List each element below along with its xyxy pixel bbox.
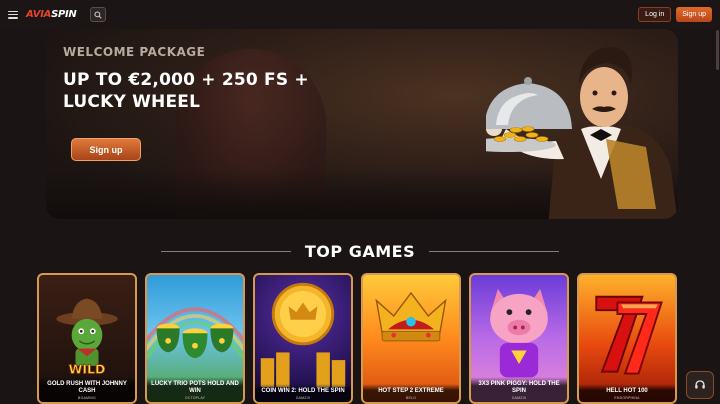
game-provider: GAMZIX <box>295 396 311 400</box>
top-header: AVIASPIN Log in Sign up <box>0 0 720 29</box>
hero-headline: UP TO €2,000 + 250 FS + LUCKY WHEEL <box>63 70 309 112</box>
game-title: HELL HOT 100 <box>606 388 648 394</box>
game-card[interactable]: 3X3 PINK PIGGY: HOLD THE SPIN GAMZIX <box>469 273 569 404</box>
divider <box>160 250 291 252</box>
game-provider: GAMZIX <box>511 396 527 400</box>
signup-button-header[interactable]: Sign up <box>676 7 712 22</box>
gold-coin-icon <box>260 282 346 387</box>
game-card[interactable]: HELL HOT 100 ENDORPHINA <box>577 273 677 404</box>
game-provider: BELO <box>405 396 417 400</box>
game-title: COIN WIN 2: HOLD THE SPIN <box>261 388 345 394</box>
game-title: 3X3 PINK PIGGY: HOLD THE SPIN <box>478 381 560 394</box>
game-card[interactable]: HOT STEP 2 EXTREME BELO <box>361 273 461 404</box>
support-chat-button[interactable] <box>686 371 714 399</box>
hero-subtitle: WELCOME PACKAGE <box>63 45 206 59</box>
game-provider: ENDORPHINA <box>614 396 640 400</box>
svg-text:WILD: WILD <box>69 362 106 377</box>
game-title: GOLD RUSH WITH JOHNNY CASH <box>47 381 127 394</box>
crown-icon <box>375 291 447 342</box>
games-row: WILD GOLD RUSH WITH JOHNNY CASH BGAMING L… <box>37 273 677 404</box>
game-card[interactable]: COIN WIN 2: HOLD THE SPIN GAMZIX <box>253 273 353 404</box>
game-title: HOT STEP 2 EXTREME <box>378 388 444 394</box>
waiter-illustration <box>486 47 678 219</box>
hero-banner[interactable]: WELCOME PACKAGE UP TO €2,000 + 250 FS + … <box>46 29 678 219</box>
game-provider: BGAMING <box>78 396 96 400</box>
top-games-heading: TOP GAMES <box>0 240 720 262</box>
hero-signup-button[interactable]: Sign up <box>71 138 141 161</box>
game-card[interactable]: WILD GOLD RUSH WITH JOHNNY CASH BGAMING <box>37 273 137 404</box>
headset-icon <box>695 380 705 389</box>
menu-icon[interactable] <box>8 10 18 19</box>
game-card[interactable]: LUCKY TRIO POTS HOLD AND WIN OCTOPLAY <box>145 273 245 404</box>
site-logo[interactable]: AVIASPIN <box>26 9 77 20</box>
search-button[interactable] <box>90 7 107 22</box>
game-title: LUCKY TRIO POTS HOLD AND WIN <box>151 381 239 394</box>
search-icon <box>94 10 103 19</box>
game-provider: OCTOPLAY <box>184 396 206 400</box>
scrollbar[interactable] <box>716 30 719 70</box>
section-title: TOP GAMES <box>304 241 416 261</box>
divider <box>429 250 560 252</box>
lucky-seven-icon <box>595 295 663 375</box>
login-button[interactable]: Log in <box>638 7 672 22</box>
